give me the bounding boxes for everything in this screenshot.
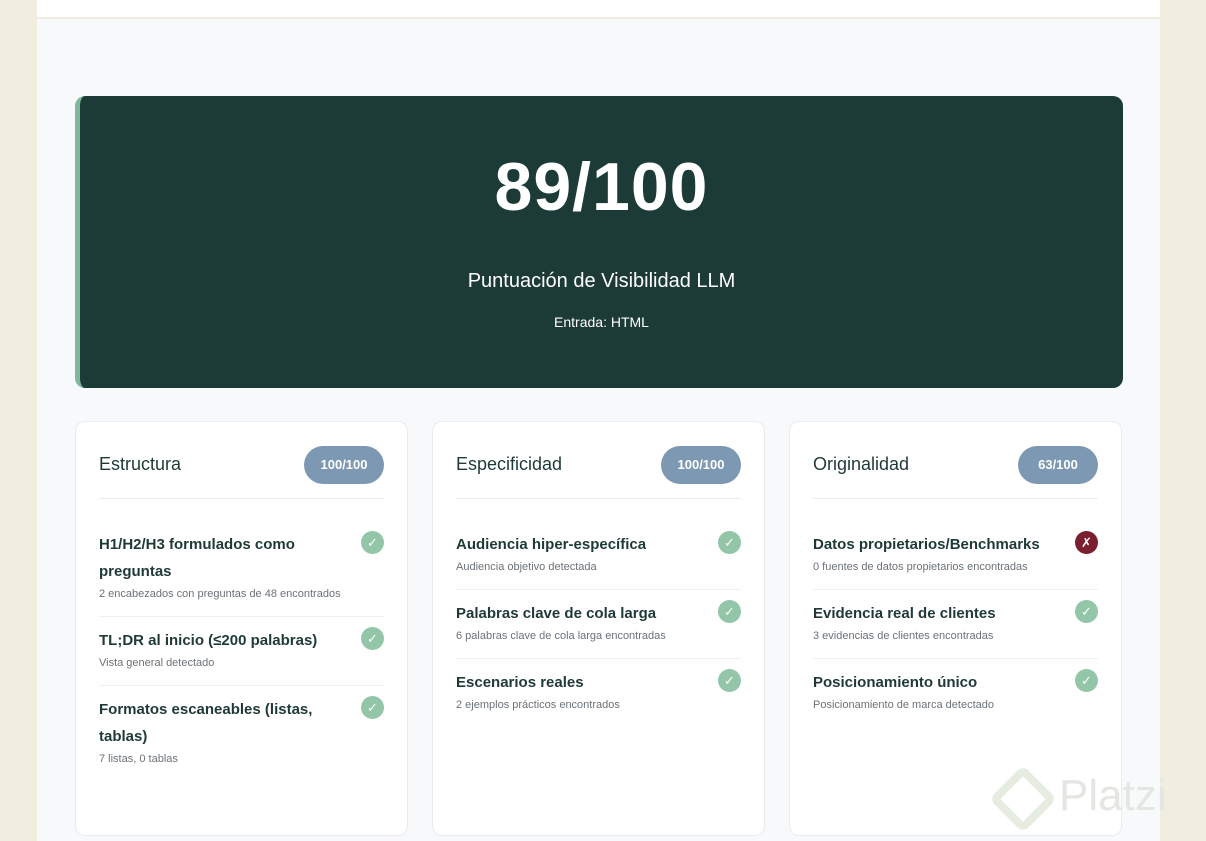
check-title: TL;DR al inicio (≤200 palabras)	[99, 632, 318, 649]
card-estructura: Estructura 100/100 H1/H2/H3 formulados c…	[75, 421, 408, 836]
check-item: Palabras clave de cola larga 6 palabras …	[456, 590, 741, 659]
check-icon: ✓	[1075, 669, 1098, 692]
card-header: Especificidad 100/100	[456, 446, 741, 499]
card-title: Especificidad	[456, 454, 563, 474]
check-list: Audiencia hiper-específica Audiencia obj…	[456, 521, 741, 727]
check-icon: ✓	[718, 531, 741, 554]
page: 89/100 Puntuación de Visibilidad LLM Ent…	[37, 0, 1160, 841]
check-item: Posicionamiento único Posicionamiento de…	[813, 659, 1098, 727]
check-title: Formatos escaneables (listas, tablas)	[99, 701, 313, 745]
check-description: Vista general detectado	[99, 657, 215, 669]
check-icon: ✓	[718, 600, 741, 623]
overall-score: 89/100	[494, 149, 709, 225]
check-title: Evidencia real de clientes	[813, 605, 996, 622]
check-item: Evidencia real de clientes 3 evidencias …	[813, 590, 1098, 659]
top-bar	[37, 0, 1160, 19]
score-title: Puntuación de Visibilidad LLM	[467, 270, 736, 292]
input-type: Entrada: HTML	[554, 314, 649, 330]
check-title: Escenarios reales	[456, 674, 584, 691]
check-icon: ✓	[361, 696, 384, 719]
check-title: Audiencia hiper-específica	[456, 536, 647, 553]
check-description: 3 evidencias de clientes encontradas	[813, 630, 994, 642]
check-icon: ✓	[718, 669, 741, 692]
check-item: Datos propietarios/Benchmarks 0 fuentes …	[813, 521, 1098, 590]
score-banner: 89/100 Puntuación de Visibilidad LLM Ent…	[75, 96, 1123, 388]
check-item: TL;DR al inicio (≤200 palabras) Vista ge…	[99, 617, 384, 686]
check-item: Escenarios reales 2 ejemplos prácticos e…	[456, 659, 741, 727]
check-description: Audiencia objetivo detectada	[456, 561, 597, 573]
check-description: 0 fuentes de datos propietarios encontra…	[813, 561, 1028, 573]
check-title: H1/H2/H3 formulados como preguntas	[99, 536, 295, 580]
check-description: 7 listas, 0 tablas	[99, 753, 178, 765]
check-title: Palabras clave de cola larga	[456, 605, 657, 622]
platzi-watermark: Platzi	[989, 765, 1198, 833]
check-title: Datos propietarios/Benchmarks	[813, 536, 1040, 553]
watermark-text: Platzi	[1059, 771, 1167, 820]
check-item: H1/H2/H3 formulados como preguntas 2 enc…	[99, 521, 384, 617]
card-header: Estructura 100/100	[99, 446, 384, 499]
card-title: Originalidad	[813, 454, 910, 474]
check-icon: ✓	[1075, 600, 1098, 623]
cross-icon: ✗	[1075, 531, 1098, 554]
check-description: 6 palabras clave de cola larga encontrad…	[456, 630, 666, 642]
card-header: Originalidad 63/100	[813, 446, 1098, 499]
check-title: Posicionamiento único	[813, 674, 978, 691]
check-list: Datos propietarios/Benchmarks 0 fuentes …	[813, 521, 1098, 727]
check-description: Posicionamiento de marca detectado	[813, 699, 994, 711]
card-especificidad: Especificidad 100/100 Audiencia hiper-es…	[432, 421, 765, 836]
score-badge: 100/100	[304, 446, 384, 484]
check-list: H1/H2/H3 formulados como preguntas 2 enc…	[99, 521, 384, 781]
check-description: 2 encabezados con preguntas de 48 encont…	[99, 588, 341, 600]
score-badge: 63/100	[1018, 446, 1098, 484]
check-item: Formatos escaneables (listas, tablas) 7 …	[99, 686, 384, 781]
check-icon: ✓	[361, 627, 384, 650]
check-item: Audiencia hiper-específica Audiencia obj…	[456, 521, 741, 590]
score-badge: 100/100	[661, 446, 741, 484]
check-icon: ✓	[361, 531, 384, 554]
check-description: 2 ejemplos prácticos encontrados	[456, 699, 620, 711]
card-title: Estructura	[99, 454, 182, 474]
platzi-logo-icon	[989, 765, 1057, 833]
